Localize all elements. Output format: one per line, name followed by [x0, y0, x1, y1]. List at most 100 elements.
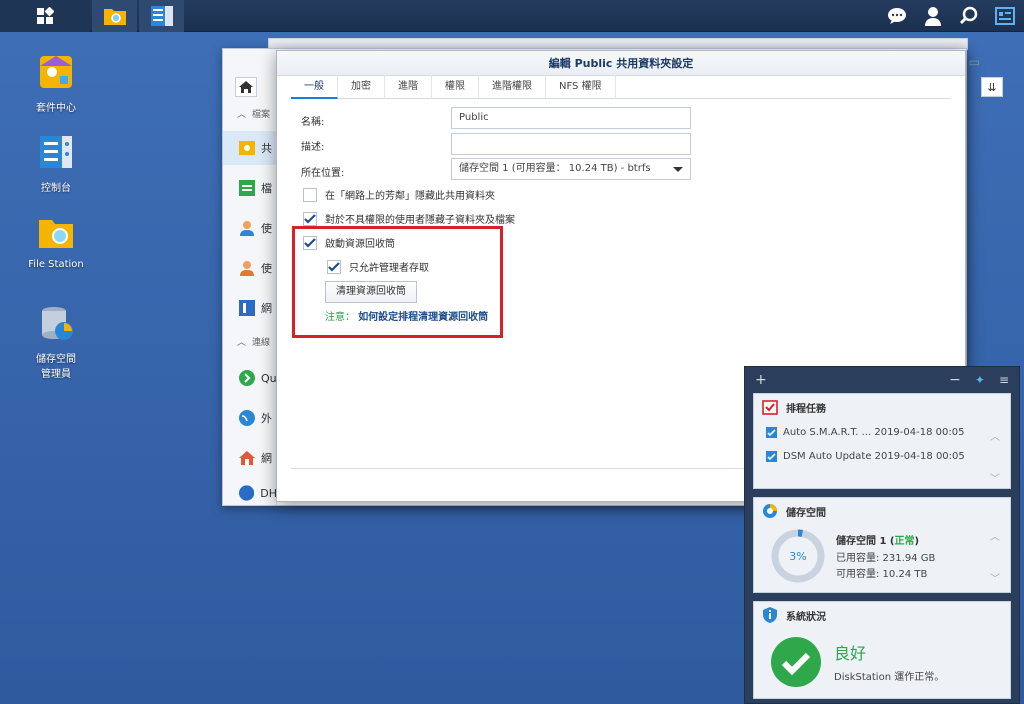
dialog-tabs: 一般 加密 進階 權限 進階權限 NFS 權限	[291, 75, 951, 99]
search-icon[interactable]	[958, 5, 980, 27]
home-button[interactable]	[235, 77, 257, 97]
storage-manager-icon	[42, 307, 73, 340]
sidebar-item-quickconnect[interactable]: Qu	[223, 363, 277, 393]
taskbar-control-panel-button[interactable]	[139, 0, 184, 32]
file-services-icon	[239, 180, 255, 196]
volume-status: 正常	[894, 536, 915, 547]
apps-grid-icon	[37, 7, 54, 24]
task-icon	[766, 450, 777, 462]
taskbar	[0, 0, 1024, 32]
desktop-icon-package-center[interactable]: 套件中心	[16, 52, 96, 114]
system-health-title: 系統狀況	[754, 602, 1010, 628]
taskbar-file-station-button[interactable]	[92, 0, 137, 32]
location-select[interactable]: 儲存空間 1 (可用容量： 10.24 TB) - btrfs	[451, 158, 691, 180]
storage-widget: 儲存空間 3% 儲存空間 1 (正常) 已用容量: 231.94 GB 可用容量…	[753, 497, 1011, 593]
user-icon[interactable]	[922, 5, 944, 27]
widgets-header: + − ✦ ≡	[745, 367, 1019, 393]
hide-unauthorized-checkbox[interactable]	[303, 211, 317, 226]
volume-status-line: 儲存空間 1 (正常)	[836, 536, 920, 547]
desktop-icon-label: 套件中心	[36, 103, 76, 114]
scroll-up-icon[interactable]: ︿	[990, 528, 1000, 543]
control-panel-icon	[40, 136, 72, 168]
storage-percent: 3%	[789, 550, 807, 563]
sidebar-item-group[interactable]: 使	[223, 253, 277, 283]
quickconnect-icon	[239, 370, 255, 386]
tab-general[interactable]: 一般	[291, 75, 338, 99]
sidebar-section-connect[interactable]: ︿ 連線	[223, 331, 277, 351]
notification-chat-icon[interactable]	[886, 5, 908, 27]
task-row: Auto S.M.A.R.T. ... 2019-04-18 00:05	[754, 420, 1010, 444]
info-icon	[763, 607, 777, 623]
scheduled-tasks-widget: 排程任務 Auto S.M.A.R.T. ... 2019-04-18 00:0…	[753, 393, 1011, 489]
sort-button[interactable]: ⇊	[981, 77, 1003, 97]
group-icon	[240, 261, 254, 276]
task-row: DSM Auto Update 2019-04-18 00:05	[754, 444, 1010, 468]
location-label: 所在位置:	[301, 168, 345, 179]
sidebar-item-user[interactable]: 使	[223, 213, 277, 243]
status-ok-icon	[771, 637, 821, 687]
sidebar-item-domain[interactable]: 網	[223, 293, 277, 323]
package-center-icon	[40, 56, 72, 88]
add-widget-icon[interactable]: +	[755, 372, 767, 388]
user-icon	[240, 221, 254, 236]
highlight-box	[292, 226, 503, 338]
desktop-icon-label: File Station	[28, 259, 84, 270]
dhcp-icon	[239, 485, 255, 501]
tab-advanced[interactable]: 進階	[385, 75, 432, 99]
window-minimize-icon[interactable]: ▭	[969, 55, 980, 69]
task-icon	[766, 426, 777, 438]
pin-icon[interactable]: ✦	[975, 373, 985, 387]
tab-nfs-permissions[interactable]: NFS 權限	[546, 75, 616, 99]
name-label: 名稱:	[301, 117, 325, 128]
main-menu-button[interactable]	[0, 0, 90, 32]
chevron-up-icon: ︿	[237, 337, 247, 348]
scheduled-tasks-title: 排程任務	[754, 394, 1010, 420]
available-capacity: 可用容量: 10.24 TB	[836, 569, 928, 580]
name-input[interactable]: Public	[451, 107, 691, 129]
scroll-up-icon[interactable]: ︿	[990, 428, 1000, 443]
calendar-check-icon	[762, 400, 778, 415]
desktop-icon-control-panel[interactable]: 控制台	[16, 132, 96, 194]
tab-permissions[interactable]: 權限	[432, 75, 479, 99]
desktop-icon-file-station[interactable]: File Station	[16, 212, 96, 270]
tab-advanced-permissions[interactable]: 進階權限	[479, 75, 546, 99]
system-health-widget: 系統狀況 良好 DiskStation 運作正常。	[753, 601, 1011, 699]
domain-icon	[239, 300, 255, 316]
shared-folder-icon	[239, 141, 255, 155]
sidebar-item-dhcp[interactable]: DH	[223, 481, 277, 505]
scroll-down-icon[interactable]: ﹀	[990, 470, 1000, 485]
desktop-icon-label: 控制台	[41, 183, 71, 194]
panel-menu-icon[interactable]: ≡	[999, 373, 1009, 387]
home-icon	[239, 81, 253, 93]
minimize-icon[interactable]: −	[949, 372, 961, 388]
dialog-title: 編輯 Public 共用資料夾設定	[277, 51, 965, 76]
sidebar-item-shared-folder[interactable]: 共	[223, 131, 277, 165]
system-status-detail: DiskStation 運作正常。	[834, 672, 945, 683]
hide-network-checkbox[interactable]	[303, 187, 317, 202]
tab-encryption[interactable]: 加密	[338, 75, 385, 99]
storage-title: 儲存空間	[754, 498, 1010, 524]
desktop-icon-storage-manager[interactable]: 儲存空間 管理員	[16, 292, 96, 391]
checkmark-icon	[304, 213, 316, 224]
description-label: 描述:	[301, 142, 325, 153]
storage-pie-icon	[763, 504, 777, 518]
globe-icon	[239, 410, 255, 426]
description-input[interactable]	[451, 133, 691, 155]
widgets-panel: + − ✦ ≡ 排程任務 Auto S.M.A.R.T. ... 2019-04…	[744, 366, 1020, 704]
sidebar-item-network[interactable]: 網	[223, 443, 277, 473]
hide-unauthorized-row[interactable]: 對於不具權限的使用者隱藏子資料夾及檔案	[303, 211, 515, 226]
network-home-icon	[239, 451, 255, 465]
sidebar-item-file-services[interactable]: 檔	[223, 173, 277, 203]
system-status: 良好	[834, 644, 867, 663]
sort-icon: ⇊	[987, 80, 997, 94]
sidebar-item-external-access[interactable]: 外	[223, 403, 277, 433]
chevron-up-icon: ︿	[237, 109, 247, 120]
folder-search-icon	[39, 220, 73, 248]
folder-search-icon	[103, 9, 126, 25]
used-capacity: 已用容量: 231.94 GB	[836, 553, 936, 564]
control-panel-icon	[150, 6, 173, 26]
widgets-toggle-icon[interactable]	[994, 5, 1016, 27]
sidebar-section-files[interactable]: ︿ 檔案	[223, 103, 277, 123]
hide-network-row[interactable]: 在「網路上的芳鄰」隱藏此共用資料夾	[303, 187, 495, 202]
scroll-down-icon[interactable]: ﹀	[990, 570, 1000, 585]
